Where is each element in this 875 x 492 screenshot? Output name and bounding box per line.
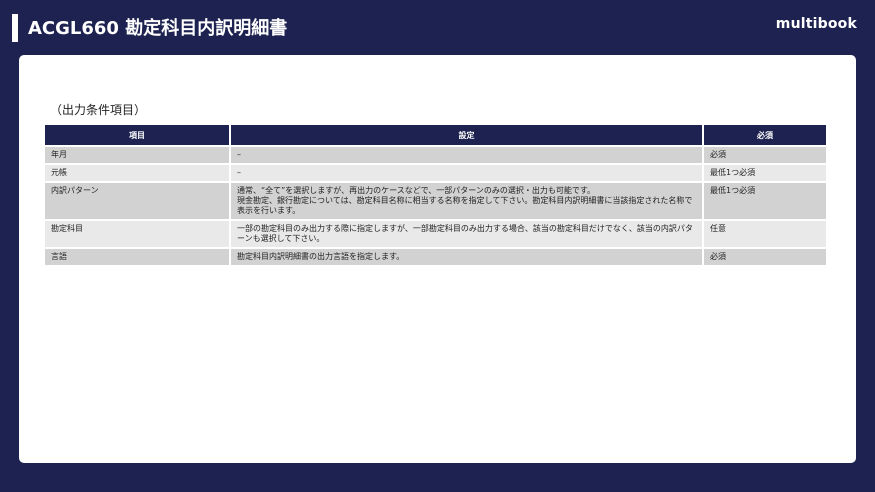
row-setting: – <box>230 146 704 165</box>
page-title: ACGL660 勘定科目内訳明細書 <box>28 18 288 39</box>
row-setting: 勘定科目内訳明細書の出力言語を指定します。 <box>230 248 704 267</box>
multibook-logo: multibook <box>775 16 857 32</box>
table-header-row: 項目 設定 必須 <box>45 125 826 147</box>
section-title: （出力条件項目） <box>50 103 147 117</box>
output-conditions-table: 項目 設定 必須 年月 – 必須 元帳 – 最低1つ必須 内訳パターン 通常、“… <box>45 125 826 267</box>
row-item: 内訳パターン <box>45 182 231 221</box>
table-row: 言語 勘定科目内訳明細書の出力言語を指定します。 必須 <box>45 248 826 267</box>
column-header-setting: 設定 <box>230 125 704 147</box>
setting-line: 現金勘定、銀行勘定については、勘定科目名称に相当する名称を指定して下さい。勘定科… <box>237 196 693 215</box>
row-required: 任意 <box>703 220 826 249</box>
table-row: 年月 – 必須 <box>45 146 826 165</box>
table-row: 勘定科目 一部の勘定科目のみ出力する際に指定しますが、一部勘定科目のみ出力する場… <box>45 220 826 249</box>
table-row: 内訳パターン 通常、“全て”を選択しますが、再出力のケースなどで、一部パターンの… <box>45 182 826 221</box>
setting-line: 一部の勘定科目のみ出力する際に指定しますが、一部勘定科目のみ出力する場合、該当の… <box>237 224 693 243</box>
row-item: 年月 <box>45 146 231 165</box>
row-required: 必須 <box>703 248 826 267</box>
row-item: 言語 <box>45 248 231 267</box>
setting-line: – <box>237 150 241 159</box>
column-header-item: 項目 <box>45 125 231 147</box>
row-setting: – <box>230 164 704 183</box>
column-header-required: 必須 <box>703 125 826 147</box>
row-setting: 通常、“全て”を選択しますが、再出力のケースなどで、一部パターンのみの選択・出力… <box>230 182 704 221</box>
setting-line: 勘定科目内訳明細書の出力言語を指定します。 <box>237 252 405 261</box>
row-required: 必須 <box>703 146 826 165</box>
title-accent-bar <box>12 14 18 42</box>
row-item: 勘定科目 <box>45 220 231 249</box>
table-row: 元帳 – 最低1つ必須 <box>45 164 826 183</box>
row-required: 最低1つ必須 <box>703 164 826 183</box>
row-required: 最低1つ必須 <box>703 182 826 221</box>
setting-line: 通常、“全て”を選択しますが、再出力のケースなどで、一部パターンのみの選択・出力… <box>237 186 596 195</box>
content-card: （出力条件項目） 項目 設定 必須 年月 – 必須 元帳 – 最低1つ必須 内訳… <box>19 55 856 463</box>
row-item: 元帳 <box>45 164 231 183</box>
row-setting: 一部の勘定科目のみ出力する際に指定しますが、一部勘定科目のみ出力する場合、該当の… <box>230 220 704 249</box>
setting-line: – <box>237 168 241 177</box>
